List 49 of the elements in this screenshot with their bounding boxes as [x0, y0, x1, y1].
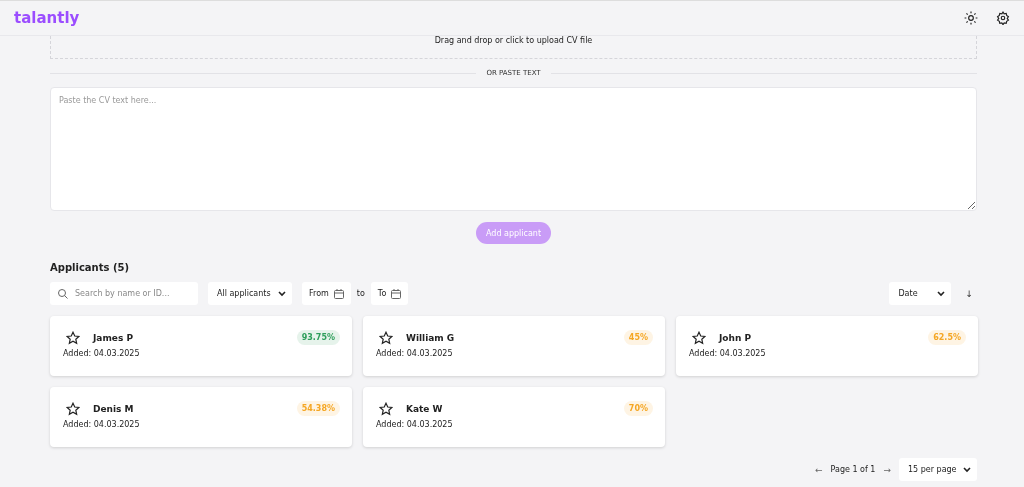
upload-hint: Drag and drop or click to upload CV file: [434, 36, 593, 46]
per-page-dropdown[interactable]: 15 per page: [899, 458, 977, 481]
score-badge: 70%: [623, 401, 653, 416]
section-title: Applicants (5): [50, 262, 131, 273]
star-icon[interactable]: [379, 401, 393, 416]
cv-text-field[interactable]: Paste the CV text here...: [50, 87, 977, 211]
search-field[interactable]: Search by name or ID...: [50, 282, 198, 305]
score-badge: 62.5%: [928, 330, 966, 345]
sort-dropdown[interactable]: Date: [889, 282, 952, 305]
added-date: Added: 04.03.2025: [689, 349, 767, 358]
to-date-field[interactable]: To: [370, 282, 409, 305]
applicant-card[interactable]: Kate W 70% Added: 04.03.2025: [363, 387, 665, 447]
filter-dropdown[interactable]: All applicants: [208, 282, 292, 305]
star-icon[interactable]: [692, 330, 706, 345]
upload-dropzone[interactable]: Drag and drop or click to upload CV file: [50, 36, 977, 59]
page-indicator: Page 1 of 1: [830, 465, 876, 474]
to-label: to: [356, 289, 365, 298]
score-badge: 45%: [623, 330, 653, 345]
sun-icon[interactable]: [964, 11, 978, 25]
applicant-card[interactable]: William G 45% Added: 04.03.2025: [363, 316, 665, 376]
applicant-name: Kate W: [406, 403, 444, 414]
score-badge: 93.75%: [296, 330, 340, 345]
applicant-name: John P: [719, 332, 753, 343]
next-page-button[interactable]: →: [883, 464, 891, 475]
added-date: Added: 04.03.2025: [63, 349, 141, 358]
calendar-icon: [333, 288, 344, 299]
calendar-icon: [391, 288, 402, 299]
added-date: Added: 04.03.2025: [63, 420, 141, 429]
added-date: Added: 04.03.2025: [376, 349, 454, 358]
applicant-card[interactable]: Denis M 54.38% Added: 04.03.2025: [50, 387, 352, 447]
chevron-icon: [278, 290, 286, 297]
sort-direction-button[interactable]: ↓: [961, 288, 977, 299]
added-date: Added: 04.03.2025: [376, 420, 454, 429]
previous-page-button[interactable]: ←: [815, 464, 823, 475]
star-icon[interactable]: [66, 330, 80, 345]
chevron-icon: [963, 466, 971, 473]
chevron-icon: [937, 290, 946, 297]
from-date-field[interactable]: From: [302, 282, 351, 305]
applicant-name: William G: [406, 332, 456, 343]
logo[interactable]: talantly: [14, 9, 80, 27]
search-icon: [57, 288, 69, 300]
settings-icon[interactable]: [996, 11, 1010, 25]
applicant-card[interactable]: John P 62.5% Added: 04.03.2025: [676, 316, 978, 376]
score-badge: 54.38%: [296, 401, 340, 416]
star-icon[interactable]: [379, 330, 393, 345]
applicant-card[interactable]: James P 93.75% Added: 04.03.2025: [50, 316, 352, 376]
applicant-name: Denis M: [93, 403, 135, 414]
star-icon[interactable]: [66, 401, 80, 416]
applicant-name: James P: [93, 332, 134, 343]
